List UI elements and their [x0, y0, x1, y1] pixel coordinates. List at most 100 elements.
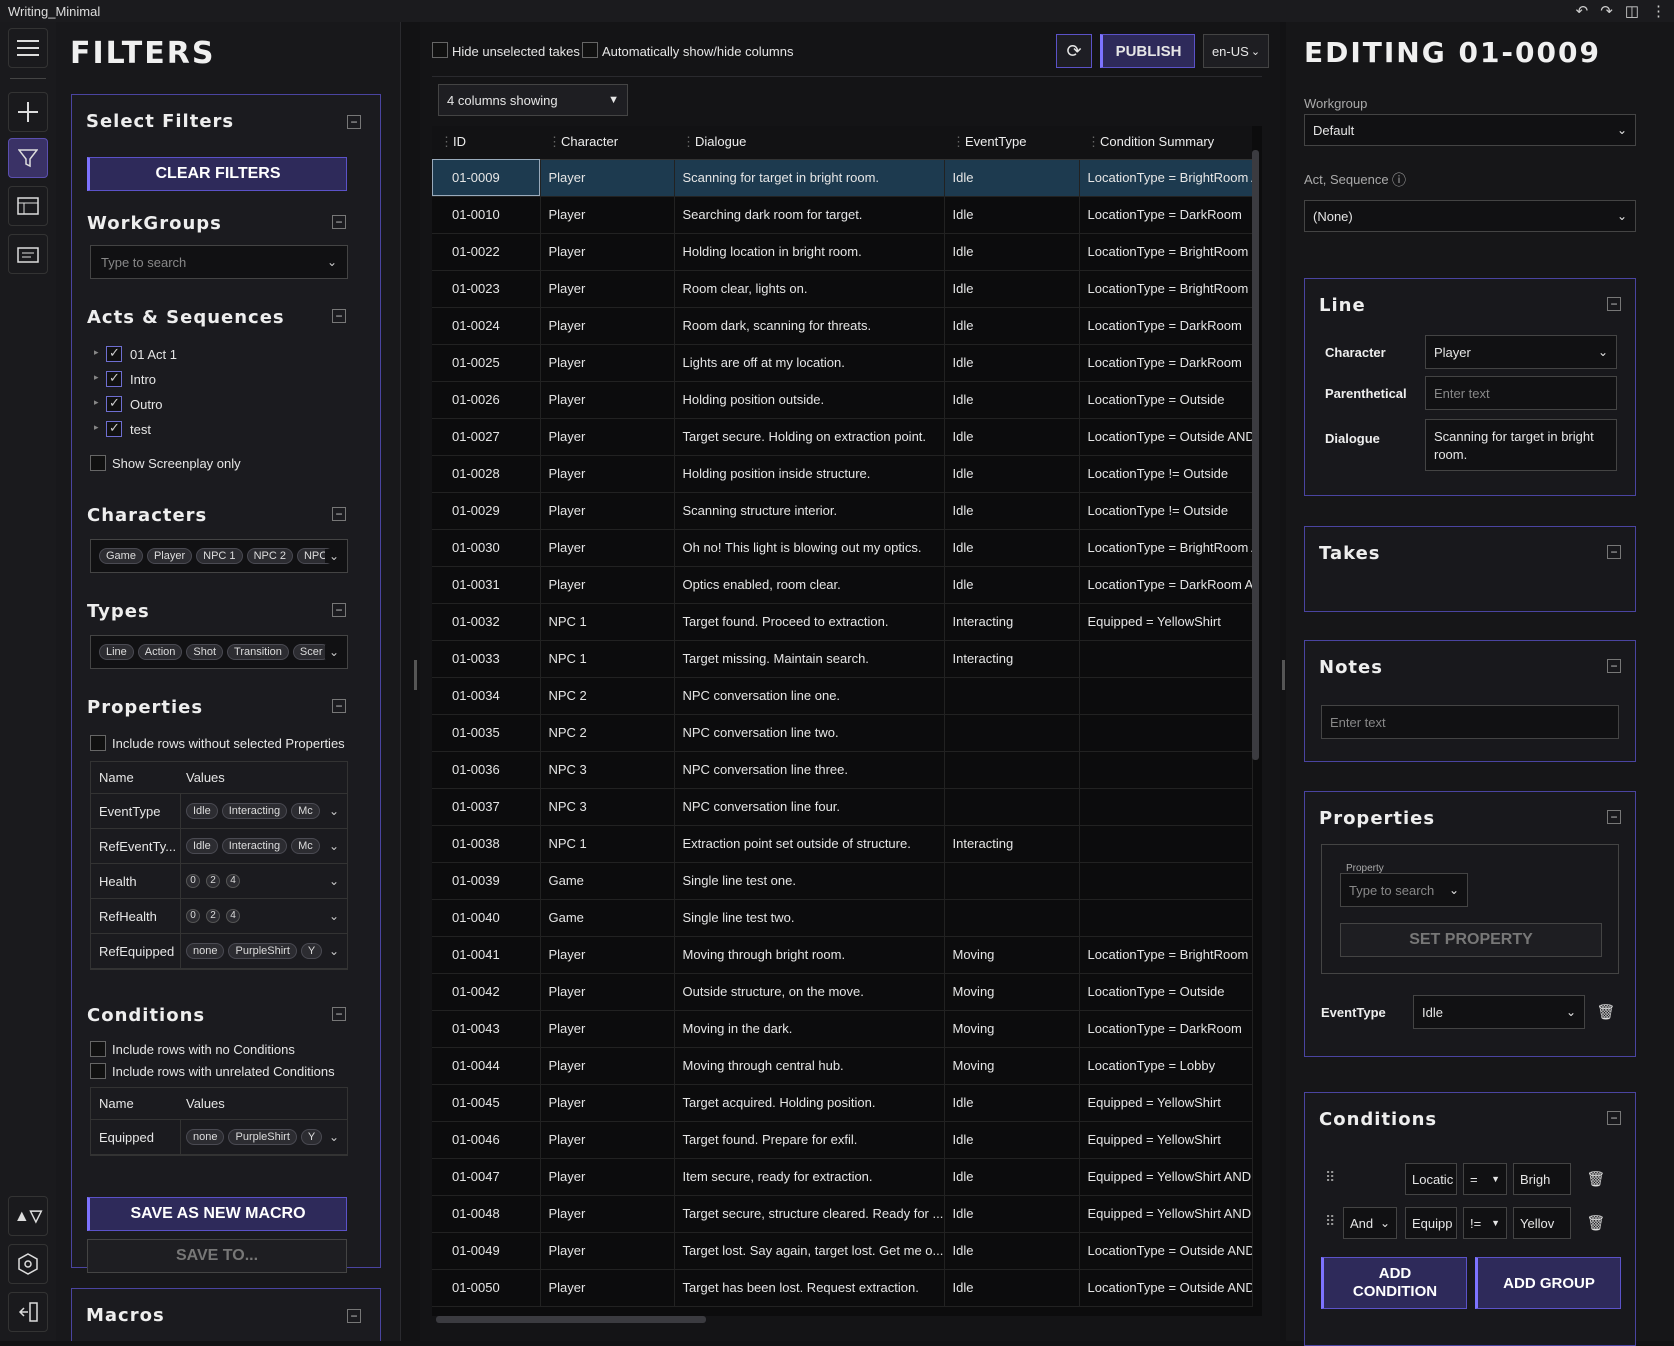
condition-value-dropdown[interactable]: Brigh	[1513, 1163, 1571, 1195]
table-row[interactable]: 01-0042 Player Outside structure, on the m…	[432, 973, 1253, 1011]
row-character[interactable]: Player	[540, 307, 675, 345]
row-condition-summary[interactable]	[1079, 899, 1253, 937]
menu-icon[interactable]	[8, 28, 48, 68]
value-chip[interactable]: Mc	[291, 838, 320, 854]
row-dialogue[interactable]: Scanning structure interior.	[674, 492, 945, 530]
row-eventtype[interactable]	[944, 899, 1080, 937]
table-row[interactable]: 01-0026 Player Holding position outside. Id…	[432, 381, 1253, 419]
row-eventtype[interactable]: Idle	[944, 196, 1080, 234]
row-condition-summary[interactable]: LocationType = Outside	[1079, 381, 1253, 419]
table-row[interactable]: 01-0047 Player Item secure, ready for extr…	[432, 1158, 1253, 1196]
column-header[interactable]: ⋮EventType	[944, 126, 1079, 160]
table-row[interactable]: 01-0037 NPC 3 NPC conversation line four.	[432, 788, 1253, 826]
drag-handle-icon[interactable]: ⠿	[1325, 1169, 1335, 1186]
row-dialogue[interactable]: Single line test one.	[674, 862, 945, 900]
row-condition-summary[interactable]: Equipped = YellowShirt	[1079, 1121, 1253, 1159]
table-row[interactable]: 01-0028 Player Holding position inside str…	[432, 455, 1253, 493]
row-id[interactable]: 01-0023	[432, 270, 541, 308]
row-character[interactable]: Player	[540, 1047, 675, 1085]
row-condition-summary[interactable]: LocationType = Lobby	[1079, 1047, 1253, 1085]
row-eventtype[interactable]: Idle	[944, 566, 1080, 604]
row-dialogue[interactable]: Outside structure, on the move.	[674, 973, 945, 1011]
row-character[interactable]: NPC 1	[540, 825, 675, 863]
row-eventtype[interactable]: Idle	[944, 1084, 1080, 1122]
row-id[interactable]: 01-0043	[432, 1010, 541, 1048]
filter-icon[interactable]	[8, 138, 48, 178]
column-header[interactable]: ⋮ID	[432, 126, 540, 160]
splitter-handle[interactable]	[414, 660, 417, 690]
row-character[interactable]: Player	[540, 196, 675, 234]
row-dialogue[interactable]: Oh no! This light is blowing out my opti…	[674, 529, 945, 567]
act-checkbox[interactable]	[106, 345, 122, 362]
table-row[interactable]: 01-0048 Player Target secure, structure cl…	[432, 1195, 1253, 1233]
row-eventtype[interactable]	[944, 862, 1080, 900]
table-row[interactable]: 01-0022 Player Holding location in bright …	[432, 233, 1253, 271]
row-dialogue[interactable]: NPC conversation line one.	[674, 677, 945, 715]
row-character[interactable]: NPC 3	[540, 751, 675, 789]
row-condition-summary[interactable]: LocationType = Outside	[1079, 973, 1253, 1011]
row-condition-summary[interactable]: LocationType = Outside AND	[1079, 418, 1253, 456]
table-row[interactable]: 01-0027 Player Target secure. Holding on e…	[432, 418, 1253, 456]
row-dialogue[interactable]: Room dark, scanning for threats.	[674, 307, 945, 345]
more-icon[interactable]: ⋮	[1651, 2, 1666, 20]
value-chip[interactable]: PurpleShirt	[228, 1129, 297, 1145]
row-eventtype[interactable]: Idle	[944, 270, 1080, 308]
property-filter-row[interactable]: EventType Idle Interacting Mc ⌄	[91, 794, 347, 829]
table-row[interactable]: 01-0034 NPC 2 NPC conversation line one.	[432, 677, 1253, 715]
save-to-button[interactable]: SAVE TO...	[87, 1239, 347, 1273]
include-no-conditions-checkbox[interactable]	[90, 1041, 106, 1057]
act-sequence-dropdown[interactable]: (None) ⌄	[1304, 200, 1636, 232]
row-character[interactable]: Player	[540, 159, 675, 197]
row-id[interactable]: 01-0034	[432, 677, 541, 715]
row-dialogue[interactable]: NPC conversation line four.	[674, 788, 945, 826]
table-row[interactable]: 01-0035 NPC 2 NPC conversation line two.	[432, 714, 1253, 752]
row-id[interactable]: 01-0029	[432, 492, 541, 530]
value-chip[interactable]: Idle	[186, 803, 218, 819]
property-filter-row[interactable]: RefHealth 024 ⌄	[91, 899, 347, 934]
row-id[interactable]: 01-0048	[432, 1195, 541, 1233]
auto-columns-checkbox[interactable]	[582, 42, 598, 58]
value-chip[interactable]: Mc	[291, 803, 320, 819]
condition-field-dropdown[interactable]: Equipp	[1405, 1207, 1457, 1239]
expand-arrow-icon[interactable]: ▸	[94, 372, 99, 383]
row-character[interactable]: Player	[540, 973, 675, 1011]
value-chip[interactable]: 0	[186, 909, 200, 923]
clear-filters-button[interactable]: CLEAR FILTERS	[87, 157, 347, 191]
row-condition-summary[interactable]: LocationType = BrightRoom A	[1079, 159, 1253, 197]
table-row[interactable]: 01-0040 Game Single line test two.	[432, 899, 1253, 937]
row-character[interactable]: Player	[540, 492, 675, 530]
row-dialogue[interactable]: NPC conversation line three.	[674, 751, 945, 789]
row-id[interactable]: 01-0044	[432, 1047, 541, 1085]
type-chip[interactable]: Action	[137, 644, 183, 660]
value-chip[interactable]: none	[186, 943, 225, 959]
collapse-select-filters-button[interactable]: −	[347, 115, 361, 129]
row-character[interactable]: Player	[540, 418, 675, 456]
row-character[interactable]: Player	[540, 1084, 675, 1122]
column-header[interactable]: ⋮Dialogue	[674, 126, 944, 160]
value-chip[interactable]: Y	[300, 943, 323, 959]
workgroups-search-dropdown[interactable]: Type to search ⌄	[90, 245, 348, 279]
trash-icon[interactable]: 🗑	[1585, 1168, 1607, 1190]
row-id[interactable]: 01-0035	[432, 714, 541, 752]
table-row[interactable]: 01-0032 NPC 1 Target found. Proceed to ext…	[432, 603, 1253, 641]
row-id[interactable]: 01-0036	[432, 751, 541, 789]
property-search-dropdown[interactable]: Type to search ⌄	[1340, 873, 1468, 907]
sort-icon[interactable]: ▲▽	[8, 1196, 48, 1236]
collapse-workgroups-button[interactable]: −	[332, 215, 346, 229]
row-character[interactable]: NPC 2	[540, 714, 675, 752]
act-checkbox[interactable]	[106, 395, 122, 412]
row-dialogue[interactable]: Moving through bright room.	[674, 936, 945, 974]
collapse-types-button[interactable]: −	[332, 603, 346, 617]
parenthetical-input[interactable]: Enter text	[1425, 376, 1617, 410]
row-id[interactable]: 01-0045	[432, 1084, 541, 1122]
row-id[interactable]: 01-0009	[432, 159, 541, 197]
chevron-down-icon[interactable]: ⌄	[325, 874, 339, 888]
row-dialogue[interactable]: Lights are off at my location.	[674, 344, 945, 382]
table-row[interactable]: 01-0045 Player Target acquired. Holding po…	[432, 1084, 1253, 1122]
property-filter-row[interactable]: RefEquipped none PurpleShirt Y ⌄	[91, 934, 347, 969]
table-row[interactable]: 01-0038 NPC 1 Extraction point set outside…	[432, 825, 1253, 863]
row-eventtype[interactable]	[944, 751, 1080, 789]
chevron-down-icon[interactable]: ⌄	[325, 944, 339, 958]
undo-icon[interactable]: ↶	[1576, 2, 1589, 20]
row-condition-summary[interactable]	[1079, 640, 1253, 678]
